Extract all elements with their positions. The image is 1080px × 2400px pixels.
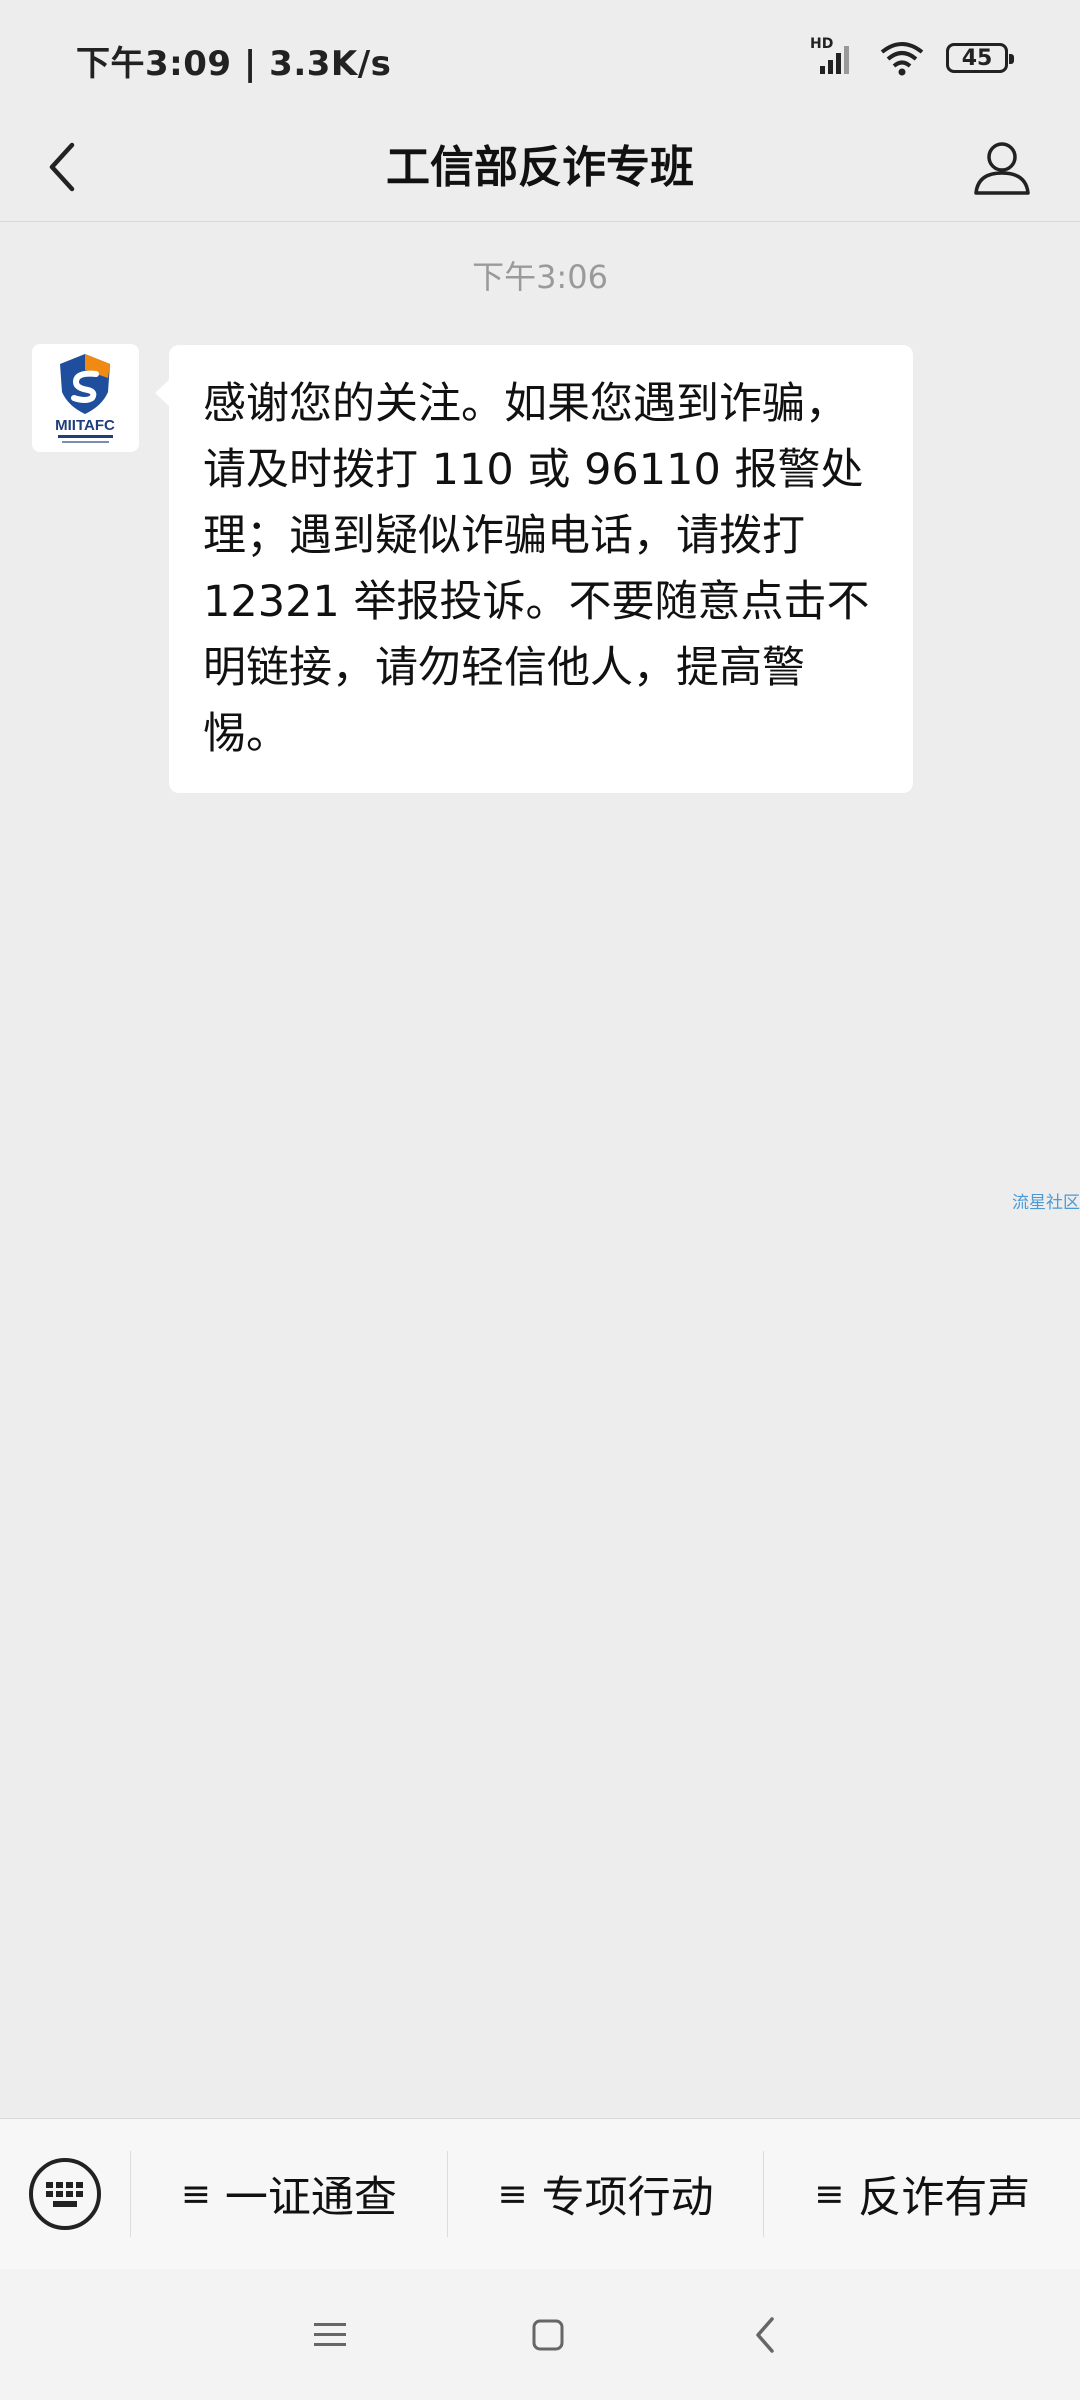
page-title: 工信部反诈专班	[386, 142, 694, 193]
menu-item-special-action[interactable]: ≡ 专项行动	[448, 2119, 764, 2269]
avatar-label: MIITAFC	[55, 417, 115, 434]
battery-level: 45	[961, 45, 993, 71]
avatar[interactable]: MIITAFC	[32, 344, 139, 452]
chat-timestamp: 下午3:06	[472, 258, 608, 296]
square-icon	[532, 2319, 563, 2350]
service-menu-bar: ≡ 一证通查 ≡ 专项行动 ≡ 反诈有声	[0, 2118, 1080, 2269]
menu-lines-icon: ≡	[814, 2173, 845, 2215]
back-button[interactable]	[30, 135, 94, 199]
message-bubble[interactable]: 感谢您的关注。如果您遇到诈骗，请及时拨打 110 或 96110 报警处理；遇到…	[155, 345, 913, 793]
menu-lines-icon: ≡	[180, 2173, 211, 2215]
keyboard-icon	[29, 2158, 101, 2230]
miitafc-logo-icon: MIITAFC	[55, 354, 115, 443]
menu-item-label: 一证通查	[224, 2173, 397, 2223]
menu-item-id-check[interactable]: ≡ 一证通查	[131, 2119, 447, 2269]
message-text: 感谢您的关注。如果您遇到诈骗，请及时拨打 110 或 96110 报警处理；遇到…	[203, 379, 870, 759]
menu-item-label: 反诈有声	[858, 2173, 1031, 2223]
nav-menu-button[interactable]	[300, 2305, 360, 2365]
menu-item-label: 专项行动	[541, 2173, 714, 2223]
battery-icon: 45	[946, 43, 1014, 73]
hamburger-icon	[314, 2322, 346, 2346]
status-icons: HD 45	[810, 36, 1014, 80]
nav-home-button[interactable]	[518, 2305, 578, 2365]
status-bar: 下午3:09 | 3.3K/s HD 45	[0, 0, 1080, 115]
menu-item-anti-fraud-voice[interactable]: ≡ 反诈有声	[764, 2119, 1080, 2269]
nav-back-button[interactable]	[735, 2305, 795, 2365]
watermark-text: 流星社区	[1012, 1193, 1080, 1213]
person-icon	[974, 142, 1030, 195]
chevron-left-icon	[756, 2316, 774, 2353]
chat-header: 工信部反诈专班	[0, 115, 1080, 222]
menu-lines-icon: ≡	[497, 2173, 528, 2215]
wifi-icon	[880, 40, 924, 76]
keyboard-toggle-button[interactable]	[0, 2119, 130, 2269]
chevron-left-icon	[49, 142, 75, 192]
signal-icon: HD	[810, 36, 858, 76]
profile-button[interactable]	[964, 129, 1040, 205]
status-time: 下午3:09 | 3.3K/s	[76, 44, 392, 84]
system-nav-bar	[0, 2269, 1080, 2400]
